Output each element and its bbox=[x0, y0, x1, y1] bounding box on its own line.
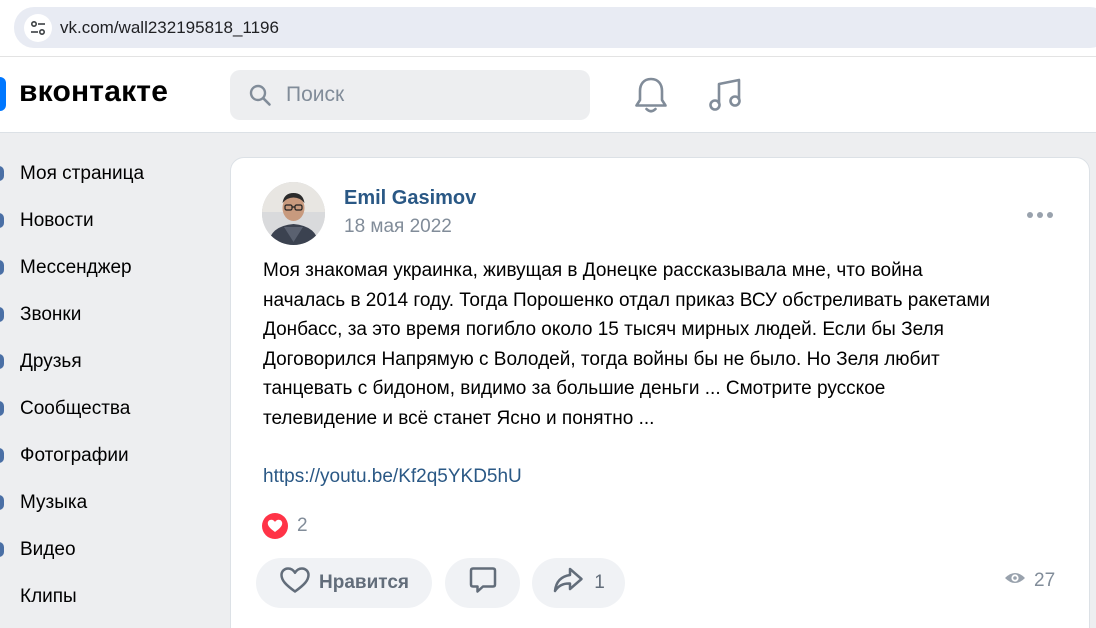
video-icon bbox=[0, 542, 4, 557]
post-text-line: телевидение и всё станет Ясно и понятно … bbox=[263, 407, 655, 429]
eye-icon bbox=[1004, 570, 1026, 592]
post-link[interactable]: https://youtu.be/Kf2q5YKD5hU bbox=[263, 466, 522, 488]
sidebar-item-label: Моя страница bbox=[20, 162, 145, 184]
sidebar-item-music[interactable]: Музыка bbox=[0, 479, 215, 526]
url-text[interactable]: vk.com/wall232195818_1196 bbox=[60, 18, 279, 38]
news-icon bbox=[0, 213, 4, 228]
post-text-line: танцевать с бидоном, видимо за большие д… bbox=[263, 378, 886, 400]
comment-button[interactable] bbox=[445, 558, 520, 608]
search-box[interactable] bbox=[230, 70, 590, 120]
sidebar-item-label: Друзья bbox=[20, 350, 82, 372]
tune-icon[interactable] bbox=[24, 14, 52, 42]
avatar[interactable] bbox=[262, 182, 325, 245]
search-input[interactable] bbox=[286, 70, 576, 120]
sidebar-nav: Моя страница Новости Мессенджер Звонки Д… bbox=[0, 150, 215, 620]
post-text-line: Донбасс, за это время погибло около 15 т… bbox=[263, 319, 944, 341]
heart-icon bbox=[279, 566, 311, 600]
bell-icon[interactable] bbox=[632, 75, 670, 120]
post-date[interactable]: 18 мая 2022 bbox=[344, 216, 452, 238]
like-button[interactable]: Нравится bbox=[256, 558, 432, 608]
browser-address-bar: vk.com/wall232195818_1196 bbox=[0, 0, 1096, 57]
reactions-summary[interactable]: 2 bbox=[262, 513, 308, 539]
profile-icon bbox=[0, 166, 4, 181]
sidebar-item-clips[interactable]: Клипы bbox=[0, 573, 215, 620]
friends-icon bbox=[0, 354, 4, 369]
phone-icon bbox=[0, 307, 4, 322]
sidebar-item-friends[interactable]: Друзья bbox=[0, 338, 215, 385]
vk-logo-icon[interactable] bbox=[0, 77, 6, 111]
sidebar-item-label: Фотографии bbox=[20, 444, 129, 466]
like-label: Нравится bbox=[319, 572, 409, 593]
wall-post: Emil Gasimov 18 мая 2022 Моя знакомая ук… bbox=[230, 157, 1090, 628]
sidebar-item-messenger[interactable]: Мессенджер bbox=[0, 244, 215, 291]
post-text-line: Моя знакомая украинка, живущая в Донецке… bbox=[263, 260, 923, 281]
vk-logo[interactable]: вконтакте bbox=[19, 75, 168, 109]
sidebar-item-my-page[interactable]: Моя страница bbox=[0, 150, 215, 197]
sidebar-item-photos[interactable]: Фотографии bbox=[0, 432, 215, 479]
sidebar-item-communities[interactable]: Сообщества bbox=[0, 385, 215, 432]
author-name[interactable]: Emil Gasimov bbox=[344, 187, 476, 210]
views-counter: 27 bbox=[1004, 570, 1055, 592]
music-note-icon[interactable] bbox=[706, 75, 744, 120]
heart-reaction-icon bbox=[262, 513, 288, 539]
url-field[interactable]: vk.com/wall232195818_1196 bbox=[14, 7, 1096, 48]
comment-icon bbox=[468, 565, 498, 601]
sidebar-item-video[interactable]: Видео bbox=[0, 526, 215, 573]
post-text-line: началась в 2014 году. Тогда Порошенко от… bbox=[263, 289, 991, 311]
reaction-count: 2 bbox=[297, 515, 308, 536]
sidebar-item-label: Новости bbox=[20, 209, 94, 231]
post-text: Моя знакомая украинка, живущая в Донецке… bbox=[263, 256, 1063, 434]
search-icon bbox=[248, 83, 272, 112]
sidebar-item-label: Видео bbox=[20, 538, 76, 560]
sidebar-item-label: Клипы bbox=[20, 585, 77, 607]
sidebar-item-label: Музыка bbox=[20, 491, 88, 513]
post-text-line: Договорился Напрямую с Володей, тогда во… bbox=[263, 348, 940, 370]
share-count: 1 bbox=[594, 572, 605, 593]
views-count: 27 bbox=[1034, 570, 1056, 591]
sidebar-item-label: Звонки bbox=[20, 303, 82, 325]
share-button[interactable]: 1 bbox=[532, 558, 625, 608]
more-dots-icon[interactable] bbox=[1023, 202, 1057, 228]
sidebar-item-label: Мессенджер bbox=[20, 256, 132, 278]
messenger-icon bbox=[0, 260, 4, 275]
sidebar-item-calls[interactable]: Звонки bbox=[0, 291, 215, 338]
sidebar-item-label: Сообщества bbox=[20, 397, 131, 419]
photo-icon bbox=[0, 448, 4, 463]
music-icon bbox=[0, 495, 4, 510]
communities-icon bbox=[0, 401, 4, 416]
site-header: вконтакте bbox=[0, 57, 1096, 133]
share-icon bbox=[552, 566, 584, 600]
sidebar-item-news[interactable]: Новости bbox=[0, 197, 215, 244]
